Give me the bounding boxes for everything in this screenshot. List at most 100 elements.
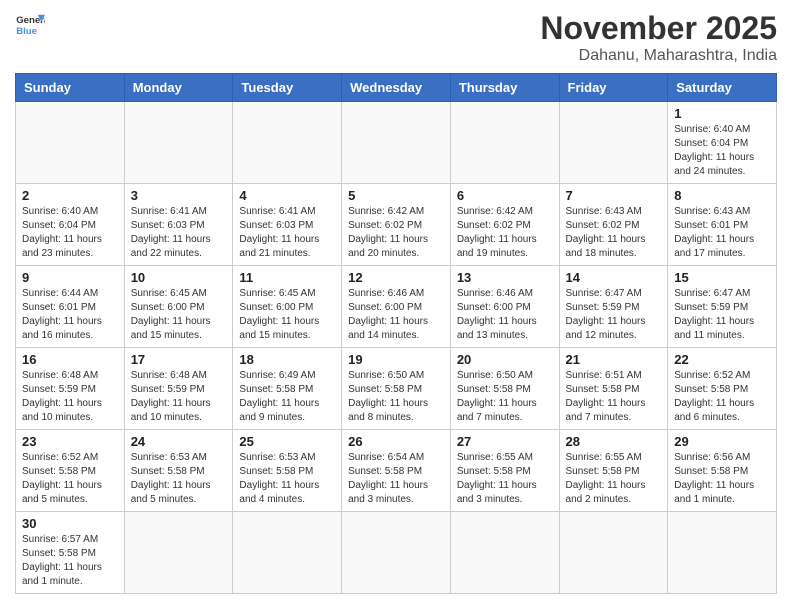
calendar-week-row-2: 2 Sunrise: 6:40 AM Sunset: 6:04 PM Daylig… <box>16 184 777 266</box>
day-info: Sunrise: 6:48 AM Sunset: 5:59 PM Dayligh… <box>131 369 227 425</box>
day-info: Sunrise: 6:52 AM Sunset: 5:58 PM Dayligh… <box>22 451 118 507</box>
calendar-cell: 11 Sunrise: 6:45 AM Sunset: 6:00 PM Dayli… <box>233 266 342 348</box>
day-info: Sunrise: 6:43 AM Sunset: 6:02 PM Dayligh… <box>566 205 662 261</box>
calendar-cell: 13Sunrise: 6:46 AM Sunset: 6:00 PM Dayli… <box>450 266 559 348</box>
day-info: Sunrise: 6:53 AM Sunset: 5:58 PM Dayligh… <box>239 451 335 507</box>
day-number: 2 <box>22 188 118 203</box>
calendar-cell: 28 Sunrise: 6:55 AM Sunset: 5:58 PM Dayli… <box>559 430 668 512</box>
calendar-cell: 14 Sunrise: 6:47 AM Sunset: 5:59 PM Dayli… <box>559 266 668 348</box>
day-number: 21 <box>566 352 662 367</box>
day-info: Sunrise: 6:57 AM Sunset: 5:58 PM Dayligh… <box>22 533 118 589</box>
calendar-cell <box>668 512 777 594</box>
day-number: 4 <box>239 188 335 203</box>
calendar-cell: 6Sunrise: 6:42 AM Sunset: 6:02 PM Daylig… <box>450 184 559 266</box>
day-number: 14 <box>566 270 662 285</box>
calendar-week-row-1: 1Sunrise: 6:40 AM Sunset: 6:04 PM Daylig… <box>16 102 777 184</box>
day-info: Sunrise: 6:42 AM Sunset: 6:02 PM Dayligh… <box>457 205 553 261</box>
calendar-header-row: SundayMondayTuesdayWednesdayThursdayFrid… <box>16 74 777 102</box>
calendar-cell: 1Sunrise: 6:40 AM Sunset: 6:04 PM Daylig… <box>668 102 777 184</box>
day-info: Sunrise: 6:55 AM Sunset: 5:58 PM Dayligh… <box>566 451 662 507</box>
day-info: Sunrise: 6:54 AM Sunset: 5:58 PM Dayligh… <box>348 451 444 507</box>
calendar-cell: 21 Sunrise: 6:51 AM Sunset: 5:58 PM Dayli… <box>559 348 668 430</box>
calendar-cell: 16 Sunrise: 6:48 AM Sunset: 5:59 PM Dayli… <box>16 348 125 430</box>
day-info: Sunrise: 6:47 AM Sunset: 5:59 PM Dayligh… <box>566 287 662 343</box>
calendar-week-row-4: 16 Sunrise: 6:48 AM Sunset: 5:59 PM Dayli… <box>16 348 777 430</box>
day-info: Sunrise: 6:48 AM Sunset: 5:59 PM Dayligh… <box>22 369 118 425</box>
calendar-cell: 3 Sunrise: 6:41 AM Sunset: 6:03 PM Daylig… <box>124 184 233 266</box>
day-number: 11 <box>239 270 335 285</box>
day-info: Sunrise: 6:45 AM Sunset: 6:00 PM Dayligh… <box>239 287 335 343</box>
calendar-cell: 10 Sunrise: 6:45 AM Sunset: 6:00 PM Dayli… <box>124 266 233 348</box>
column-header-thursday: Thursday <box>450 74 559 102</box>
calendar-cell <box>559 512 668 594</box>
calendar-cell: 12Sunrise: 6:46 AM Sunset: 6:00 PM Dayli… <box>342 266 451 348</box>
calendar-cell: 22Sunrise: 6:52 AM Sunset: 5:58 PM Dayli… <box>668 348 777 430</box>
calendar-cell <box>233 102 342 184</box>
day-number: 27 <box>457 434 553 449</box>
day-number: 22 <box>674 352 770 367</box>
day-number: 23 <box>22 434 118 449</box>
day-number: 1 <box>674 106 770 121</box>
month-title: November 2025 <box>540 10 777 47</box>
day-info: Sunrise: 6:43 AM Sunset: 6:01 PM Dayligh… <box>674 205 770 261</box>
calendar-cell: 18 Sunrise: 6:49 AM Sunset: 5:58 PM Dayli… <box>233 348 342 430</box>
day-info: Sunrise: 6:41 AM Sunset: 6:03 PM Dayligh… <box>131 205 227 261</box>
column-header-saturday: Saturday <box>668 74 777 102</box>
day-number: 10 <box>131 270 227 285</box>
column-header-monday: Monday <box>124 74 233 102</box>
day-number: 24 <box>131 434 227 449</box>
logo: General Blue <box>15 10 45 40</box>
day-number: 9 <box>22 270 118 285</box>
calendar-cell <box>342 102 451 184</box>
calendar-cell: 25 Sunrise: 6:53 AM Sunset: 5:58 PM Dayli… <box>233 430 342 512</box>
calendar-cell: 20 Sunrise: 6:50 AM Sunset: 5:58 PM Dayli… <box>450 348 559 430</box>
day-info: Sunrise: 6:40 AM Sunset: 6:04 PM Dayligh… <box>22 205 118 261</box>
calendar-cell: 4 Sunrise: 6:41 AM Sunset: 6:03 PM Daylig… <box>233 184 342 266</box>
day-number: 25 <box>239 434 335 449</box>
header: General Blue November 2025 Dahanu, Mahar… <box>15 10 777 65</box>
day-info: Sunrise: 6:49 AM Sunset: 5:58 PM Dayligh… <box>239 369 335 425</box>
day-info: Sunrise: 6:41 AM Sunset: 6:03 PM Dayligh… <box>239 205 335 261</box>
day-number: 16 <box>22 352 118 367</box>
day-number: 3 <box>131 188 227 203</box>
calendar-cell: 2 Sunrise: 6:40 AM Sunset: 6:04 PM Daylig… <box>16 184 125 266</box>
day-number: 12 <box>348 270 444 285</box>
calendar-cell: 17 Sunrise: 6:48 AM Sunset: 5:59 PM Dayli… <box>124 348 233 430</box>
calendar-cell: 7 Sunrise: 6:43 AM Sunset: 6:02 PM Daylig… <box>559 184 668 266</box>
calendar-cell: 15Sunrise: 6:47 AM Sunset: 5:59 PM Dayli… <box>668 266 777 348</box>
logo-icon: General Blue <box>15 10 45 40</box>
calendar-cell <box>342 512 451 594</box>
day-info: Sunrise: 6:45 AM Sunset: 6:00 PM Dayligh… <box>131 287 227 343</box>
calendar-cell: 9 Sunrise: 6:44 AM Sunset: 6:01 PM Daylig… <box>16 266 125 348</box>
column-header-tuesday: Tuesday <box>233 74 342 102</box>
calendar-cell: 26 Sunrise: 6:54 AM Sunset: 5:58 PM Dayli… <box>342 430 451 512</box>
column-header-friday: Friday <box>559 74 668 102</box>
day-info: Sunrise: 6:46 AM Sunset: 6:00 PM Dayligh… <box>457 287 553 343</box>
calendar-cell <box>559 102 668 184</box>
day-number: 8 <box>674 188 770 203</box>
day-number: 29 <box>674 434 770 449</box>
calendar-table: SundayMondayTuesdayWednesdayThursdayFrid… <box>15 73 777 594</box>
day-number: 15 <box>674 270 770 285</box>
day-info: Sunrise: 6:51 AM Sunset: 5:58 PM Dayligh… <box>566 369 662 425</box>
day-number: 7 <box>566 188 662 203</box>
day-number: 17 <box>131 352 227 367</box>
day-info: Sunrise: 6:50 AM Sunset: 5:58 PM Dayligh… <box>457 369 553 425</box>
calendar-cell: 24Sunrise: 6:53 AM Sunset: 5:58 PM Dayli… <box>124 430 233 512</box>
column-header-sunday: Sunday <box>16 74 125 102</box>
day-number: 26 <box>348 434 444 449</box>
day-number: 5 <box>348 188 444 203</box>
day-number: 28 <box>566 434 662 449</box>
calendar-cell <box>124 512 233 594</box>
day-number: 20 <box>457 352 553 367</box>
day-info: Sunrise: 6:44 AM Sunset: 6:01 PM Dayligh… <box>22 287 118 343</box>
day-info: Sunrise: 6:55 AM Sunset: 5:58 PM Dayligh… <box>457 451 553 507</box>
svg-text:Blue: Blue <box>16 26 37 37</box>
page: General Blue November 2025 Dahanu, Mahar… <box>0 0 792 604</box>
calendar-cell: 19Sunrise: 6:50 AM Sunset: 5:58 PM Dayli… <box>342 348 451 430</box>
column-header-wednesday: Wednesday <box>342 74 451 102</box>
calendar-week-row-3: 9 Sunrise: 6:44 AM Sunset: 6:01 PM Daylig… <box>16 266 777 348</box>
calendar-cell: 23 Sunrise: 6:52 AM Sunset: 5:58 PM Dayli… <box>16 430 125 512</box>
calendar-cell <box>450 102 559 184</box>
day-number: 18 <box>239 352 335 367</box>
